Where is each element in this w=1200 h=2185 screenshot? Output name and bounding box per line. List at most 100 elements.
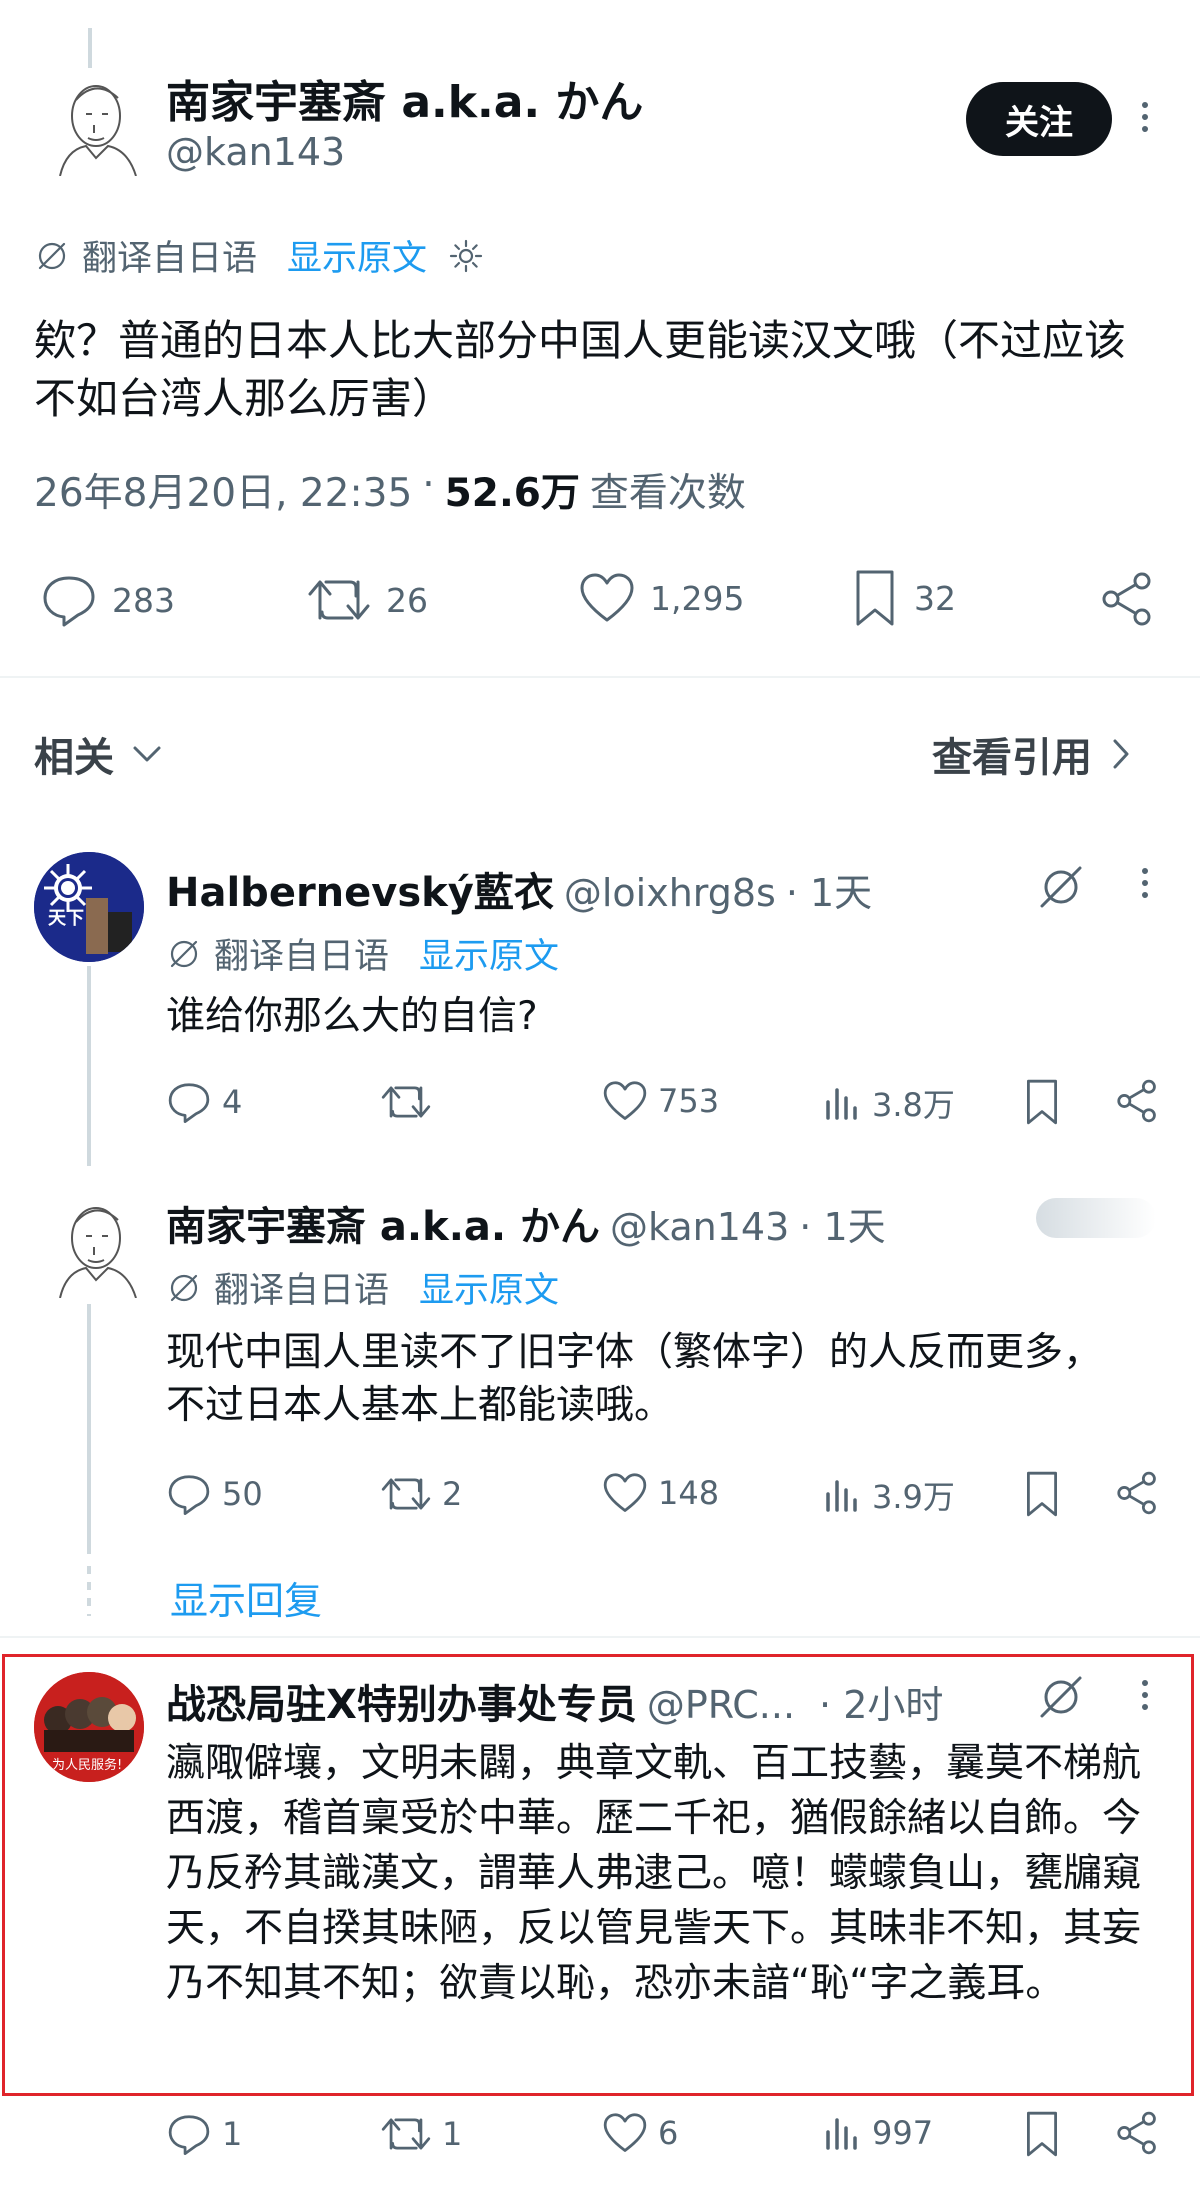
follow-button[interactable]: 关注 bbox=[966, 82, 1112, 156]
like-button[interactable]: 753 bbox=[602, 1080, 719, 1122]
repost-button[interactable]: 2 bbox=[380, 1472, 462, 1516]
bookmark-icon bbox=[1027, 1471, 1057, 1517]
heart-icon bbox=[603, 2113, 647, 2152]
repost-count: 26 bbox=[386, 580, 428, 620]
share-icon bbox=[1102, 572, 1151, 626]
repost-button[interactable]: 26 bbox=[306, 572, 428, 628]
grok-icon[interactable] bbox=[1036, 862, 1086, 912]
share-icon bbox=[1117, 1471, 1156, 1515]
bookmark-icon bbox=[856, 570, 894, 626]
share-button[interactable] bbox=[1098, 570, 1156, 628]
more-icon[interactable] bbox=[1142, 868, 1148, 898]
heart-icon bbox=[603, 1081, 647, 1120]
repost-icon bbox=[381, 1478, 431, 1510]
related-dropdown[interactable]: 相关 bbox=[34, 725, 164, 783]
share-button[interactable] bbox=[1114, 1078, 1160, 1124]
author-handle[interactable]: @PRC... bbox=[647, 1683, 795, 1727]
author-name[interactable]: Halbernevský藍衣 bbox=[166, 860, 554, 918]
timestamp[interactable]: 26年8月20日, 22:35 bbox=[34, 462, 412, 518]
translate-icon bbox=[170, 940, 198, 967]
reply-text: 瀛陬僻壤，文明未闢，典章文軌、百工技藝，曩莫不梯航西渡，稽首稟受於中華。歷二千祀… bbox=[166, 1741, 1142, 2006]
reply-button[interactable]: 283 bbox=[40, 572, 175, 628]
post-meta: 26年8月20日, 22:35 · 52.6万 查看次数 bbox=[34, 462, 746, 518]
like-button[interactable]: 6 bbox=[602, 2112, 678, 2154]
reply-button[interactable]: 50 bbox=[166, 1472, 263, 1516]
author-handle[interactable]: @loixhrg8s bbox=[564, 871, 776, 915]
view-quotes-label: 查看引用 bbox=[932, 735, 1092, 781]
views-label: 查看次数 bbox=[589, 471, 746, 516]
like-button[interactable]: 1,295 bbox=[578, 572, 744, 624]
views-count: 3.9万 bbox=[872, 1478, 955, 1516]
grok-icon[interactable] bbox=[1036, 1672, 1086, 1722]
reply-button[interactable]: 1 bbox=[166, 2112, 242, 2156]
bookmark-button[interactable] bbox=[1022, 1078, 1062, 1126]
author-name[interactable]: 战恐局驻X特别办事处专员 bbox=[166, 1672, 637, 1730]
translate-row: 翻译自日语 显示原文 bbox=[34, 230, 485, 281]
avatar[interactable]: 天下 bbox=[34, 852, 144, 962]
reply-text: 现代中国人里读不了旧字体（繁体字）的人反而更多，不过日本人基本上都能读哦。 bbox=[166, 1330, 1103, 1428]
chevron-down-icon bbox=[133, 746, 161, 762]
reply-icon bbox=[168, 1083, 210, 1124]
translate-label: 翻译自日语 bbox=[214, 1271, 390, 1311]
repost-button[interactable]: 1 bbox=[380, 2112, 462, 2156]
avatar[interactable] bbox=[46, 70, 142, 176]
top-thread-line bbox=[88, 28, 92, 68]
view-quotes-link[interactable]: 查看引用 bbox=[932, 725, 1132, 783]
heart-icon bbox=[603, 1473, 647, 1512]
show-original-link[interactable]: 显示原文 bbox=[287, 230, 427, 281]
share-button[interactable] bbox=[1114, 2110, 1160, 2156]
post-time[interactable]: · 1天 bbox=[799, 1196, 885, 1251]
translate-icon bbox=[38, 242, 66, 269]
translate-label: 翻译自日语 bbox=[82, 239, 258, 279]
related-label: 相关 bbox=[34, 735, 114, 781]
translate-row: 翻译自日语 显示原文 bbox=[166, 1262, 559, 1313]
avatar[interactable]: 为人民服务! bbox=[34, 1672, 144, 1782]
reply-count: 1 bbox=[222, 2115, 243, 2153]
analytics-icon bbox=[826, 1480, 857, 1512]
reply-count: 283 bbox=[112, 580, 175, 620]
post-time[interactable]: · 2小时 bbox=[819, 1674, 943, 1729]
show-replies-link[interactable]: 显示回复 bbox=[170, 1570, 322, 1625]
more-icon[interactable] bbox=[1142, 102, 1148, 132]
thread-line bbox=[87, 966, 91, 1166]
like-button[interactable]: 148 bbox=[602, 1472, 719, 1514]
chevron-right-icon bbox=[1113, 739, 1129, 769]
avatar-text: 为人民服务! bbox=[52, 1758, 123, 1773]
bookmark-button[interactable] bbox=[1022, 2110, 1062, 2158]
divider bbox=[0, 1636, 1200, 1638]
views-button[interactable]: 3.9万 bbox=[822, 1472, 955, 1518]
reply-header: Halbernevský藍衣 @loixhrg8s · 1天 bbox=[166, 860, 872, 918]
repost-icon bbox=[381, 2118, 431, 2150]
show-original-link[interactable]: 显示原文 bbox=[419, 928, 559, 979]
reply-icon bbox=[43, 576, 95, 627]
show-original-link[interactable]: 显示原文 bbox=[419, 1262, 559, 1313]
more-icon[interactable] bbox=[1142, 1680, 1148, 1710]
post-time[interactable]: · 1天 bbox=[786, 862, 872, 917]
reply-count: 50 bbox=[222, 1475, 263, 1513]
portrait-icon bbox=[59, 85, 137, 176]
author-handle[interactable]: @kan143 bbox=[610, 1205, 789, 1249]
divider bbox=[0, 676, 1200, 678]
thread-line bbox=[87, 1304, 91, 1554]
author-handle[interactable]: @kan143 bbox=[166, 130, 345, 174]
bookmark-button[interactable]: 32 bbox=[850, 568, 956, 628]
author-name[interactable]: 南家宇塞斎 a.k.a. かん bbox=[166, 1194, 600, 1252]
repost-button[interactable] bbox=[380, 1080, 442, 1124]
reply-count: 4 bbox=[222, 1083, 243, 1121]
translate-row: 翻译自日语 显示原文 bbox=[166, 928, 559, 979]
views-button[interactable]: 3.8万 bbox=[822, 1080, 955, 1126]
repost-count: 1 bbox=[442, 2115, 463, 2153]
like-count: 6 bbox=[658, 2114, 679, 2152]
views-button[interactable]: 997 bbox=[822, 2112, 933, 2154]
author-name[interactable]: 南家宇塞斎 a.k.a. かん bbox=[166, 66, 643, 130]
meta-separator: · bbox=[422, 462, 435, 507]
reply-button[interactable]: 4 bbox=[166, 1080, 242, 1124]
bookmark-button[interactable] bbox=[1022, 1470, 1062, 1518]
portrait-icon bbox=[59, 1207, 137, 1298]
bookmark-count: 32 bbox=[914, 578, 956, 618]
translate-icon bbox=[170, 1274, 198, 1301]
avatar-text: 天下 bbox=[48, 908, 84, 929]
gear-icon[interactable] bbox=[447, 237, 485, 275]
avatar[interactable] bbox=[46, 1192, 142, 1298]
share-button[interactable] bbox=[1114, 1470, 1160, 1516]
